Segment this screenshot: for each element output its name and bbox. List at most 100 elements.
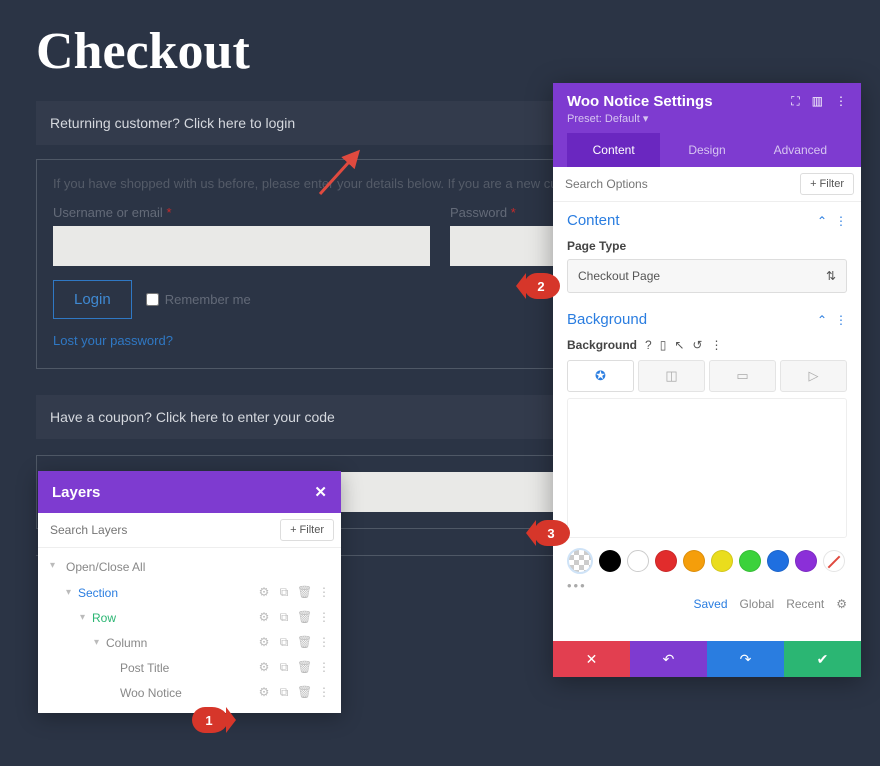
redo-button[interactable]: ↷ bbox=[707, 641, 784, 677]
help-icon[interactable]: ? bbox=[645, 338, 652, 352]
swatch-color[interactable] bbox=[739, 550, 761, 572]
page-type-label: Page Type bbox=[567, 239, 847, 253]
chevron-down-icon[interactable]: ▾ bbox=[80, 612, 92, 623]
username-label: Username or email * bbox=[53, 205, 430, 220]
gear-icon[interactable]: ⚙ bbox=[836, 597, 847, 611]
swatch-color[interactable] bbox=[683, 550, 705, 572]
lost-password-link[interactable]: Lost your password? bbox=[53, 333, 173, 348]
duplicate-icon[interactable]: ⧉ bbox=[277, 685, 291, 700]
bg-gradient-tab[interactable]: ◫ bbox=[638, 360, 705, 392]
expand-icon[interactable]: ⛶ bbox=[791, 94, 799, 109]
trash-icon[interactable]: 🗑 bbox=[297, 585, 311, 600]
close-icon[interactable]: ✕ bbox=[314, 483, 327, 501]
duplicate-icon[interactable]: ⧉ bbox=[277, 635, 291, 650]
layer-column[interactable]: ▾ Column ⚙⧉🗑⋮ bbox=[38, 630, 341, 655]
phone-icon[interactable]: ▯ bbox=[660, 338, 667, 352]
gear-icon[interactable]: ⚙ bbox=[257, 610, 271, 625]
chevron-down-icon[interactable]: ▾ bbox=[66, 587, 78, 598]
more-icon[interactable]: ⋮ bbox=[317, 610, 331, 625]
settings-search-input[interactable] bbox=[553, 167, 793, 201]
settings-title: Woo Notice Settings bbox=[567, 93, 713, 110]
tab-content[interactable]: Content bbox=[567, 133, 660, 167]
swatch-color[interactable] bbox=[795, 550, 817, 572]
duplicate-icon[interactable]: ⧉ bbox=[277, 585, 291, 600]
column-icon[interactable]: ▥ bbox=[812, 94, 823, 109]
more-icon[interactable]: ⋮ bbox=[317, 660, 331, 675]
bg-image-tab[interactable]: ▭ bbox=[709, 360, 776, 392]
layers-search-input[interactable] bbox=[38, 513, 273, 547]
trash-icon[interactable]: 🗑 bbox=[297, 610, 311, 625]
more-icon[interactable]: ⋮ bbox=[317, 685, 331, 700]
open-close-all[interactable]: Open/Close All bbox=[38, 554, 341, 580]
trash-icon[interactable]: 🗑 bbox=[297, 635, 311, 650]
gradient-icon: ◫ bbox=[665, 368, 677, 384]
chevron-down-icon[interactable]: ▾ bbox=[94, 637, 106, 648]
confirm-button[interactable]: ✔ bbox=[784, 641, 861, 677]
layer-section[interactable]: ▾ Section ⚙⧉🗑⋮ bbox=[38, 580, 341, 605]
marker-1: 1 bbox=[192, 707, 228, 733]
saved-colors-link[interactable]: Saved bbox=[693, 597, 727, 611]
gear-icon[interactable]: ⚙ bbox=[257, 660, 271, 675]
more-icon[interactable]: ⋮ bbox=[710, 338, 722, 352]
swatch-color[interactable] bbox=[655, 550, 677, 572]
duplicate-icon[interactable]: ⧉ bbox=[277, 660, 291, 675]
more-icon[interactable]: ⋮ bbox=[317, 585, 331, 600]
background-label: Background bbox=[567, 338, 637, 352]
remember-me-checkbox[interactable] bbox=[146, 293, 159, 306]
recent-colors-link[interactable]: Recent bbox=[786, 597, 824, 611]
chevron-up-icon[interactable]: ⌃ bbox=[817, 313, 827, 327]
remember-me[interactable]: Remember me bbox=[146, 292, 251, 307]
tab-design[interactable]: Design bbox=[660, 133, 753, 167]
trash-icon[interactable]: 🗑 bbox=[297, 660, 311, 675]
layer-woo-notice[interactable]: Woo Notice ⚙⧉🗑⋮ bbox=[38, 680, 341, 705]
bg-video-tab[interactable]: ▷ bbox=[780, 360, 847, 392]
tab-advanced[interactable]: Advanced bbox=[754, 133, 847, 167]
gear-icon[interactable]: ⚙ bbox=[257, 585, 271, 600]
color-swatches bbox=[567, 548, 847, 574]
username-input[interactable] bbox=[53, 226, 430, 266]
undo-button[interactable]: ↶ bbox=[630, 641, 707, 677]
marker-2: 2 bbox=[524, 273, 560, 299]
settings-panel: Woo Notice Settings ⛶ ▥ ⋮ Preset: Defaul… bbox=[553, 83, 861, 677]
background-section-heading[interactable]: Background bbox=[567, 311, 647, 328]
more-icon[interactable]: ⋮ bbox=[317, 635, 331, 650]
swatch-color[interactable] bbox=[599, 550, 621, 572]
reset-icon[interactable]: ↺ bbox=[692, 338, 702, 352]
trash-icon[interactable]: 🗑 bbox=[297, 685, 311, 700]
paint-icon: ✪ bbox=[595, 368, 606, 384]
background-preview bbox=[567, 398, 847, 538]
updown-icon: ⇅ bbox=[826, 269, 836, 283]
layers-panel: Layers ✕ + Filter Open/Close All ▾ Secti… bbox=[38, 471, 341, 713]
more-icon[interactable]: ⋮ bbox=[835, 214, 847, 228]
layer-post-title[interactable]: Post Title ⚙⧉🗑⋮ bbox=[38, 655, 341, 680]
page-title: Checkout bbox=[0, 0, 880, 91]
preset-dropdown[interactable]: Preset: Default ▾ bbox=[567, 112, 847, 133]
bg-color-tab[interactable]: ✪ bbox=[567, 360, 634, 392]
global-colors-link[interactable]: Global bbox=[740, 597, 775, 611]
gear-icon[interactable]: ⚙ bbox=[257, 635, 271, 650]
delete-button[interactable]: ✕ bbox=[553, 641, 630, 677]
more-icon[interactable]: ⋮ bbox=[835, 94, 847, 109]
swatch-none[interactable] bbox=[823, 550, 845, 572]
swatch-color[interactable] bbox=[711, 550, 733, 572]
layers-title: Layers bbox=[52, 484, 100, 501]
cursor-icon[interactable]: ↖ bbox=[674, 338, 684, 352]
more-icon[interactable]: ⋮ bbox=[835, 313, 847, 327]
image-icon: ▭ bbox=[736, 368, 748, 384]
duplicate-icon[interactable]: ⧉ bbox=[277, 610, 291, 625]
page-type-select[interactable]: Checkout Page ⇅ bbox=[567, 259, 847, 293]
swatch-color[interactable] bbox=[767, 550, 789, 572]
layers-filter-button[interactable]: + Filter bbox=[280, 519, 334, 541]
swatch-transparent[interactable] bbox=[567, 548, 593, 574]
chevron-up-icon[interactable]: ⌃ bbox=[817, 214, 827, 228]
login-button[interactable]: Login bbox=[53, 280, 132, 319]
settings-filter-button[interactable]: + Filter bbox=[800, 173, 854, 195]
layers-header: Layers ✕ bbox=[38, 471, 341, 513]
content-section-heading[interactable]: Content bbox=[567, 212, 620, 229]
video-icon: ▷ bbox=[809, 368, 819, 384]
gear-icon[interactable]: ⚙ bbox=[257, 685, 271, 700]
layer-row[interactable]: ▾ Row ⚙⧉🗑⋮ bbox=[38, 605, 341, 630]
marker-3: 3 bbox=[534, 520, 570, 546]
more-swatches[interactable]: ••• bbox=[567, 578, 847, 593]
swatch-color[interactable] bbox=[627, 550, 649, 572]
